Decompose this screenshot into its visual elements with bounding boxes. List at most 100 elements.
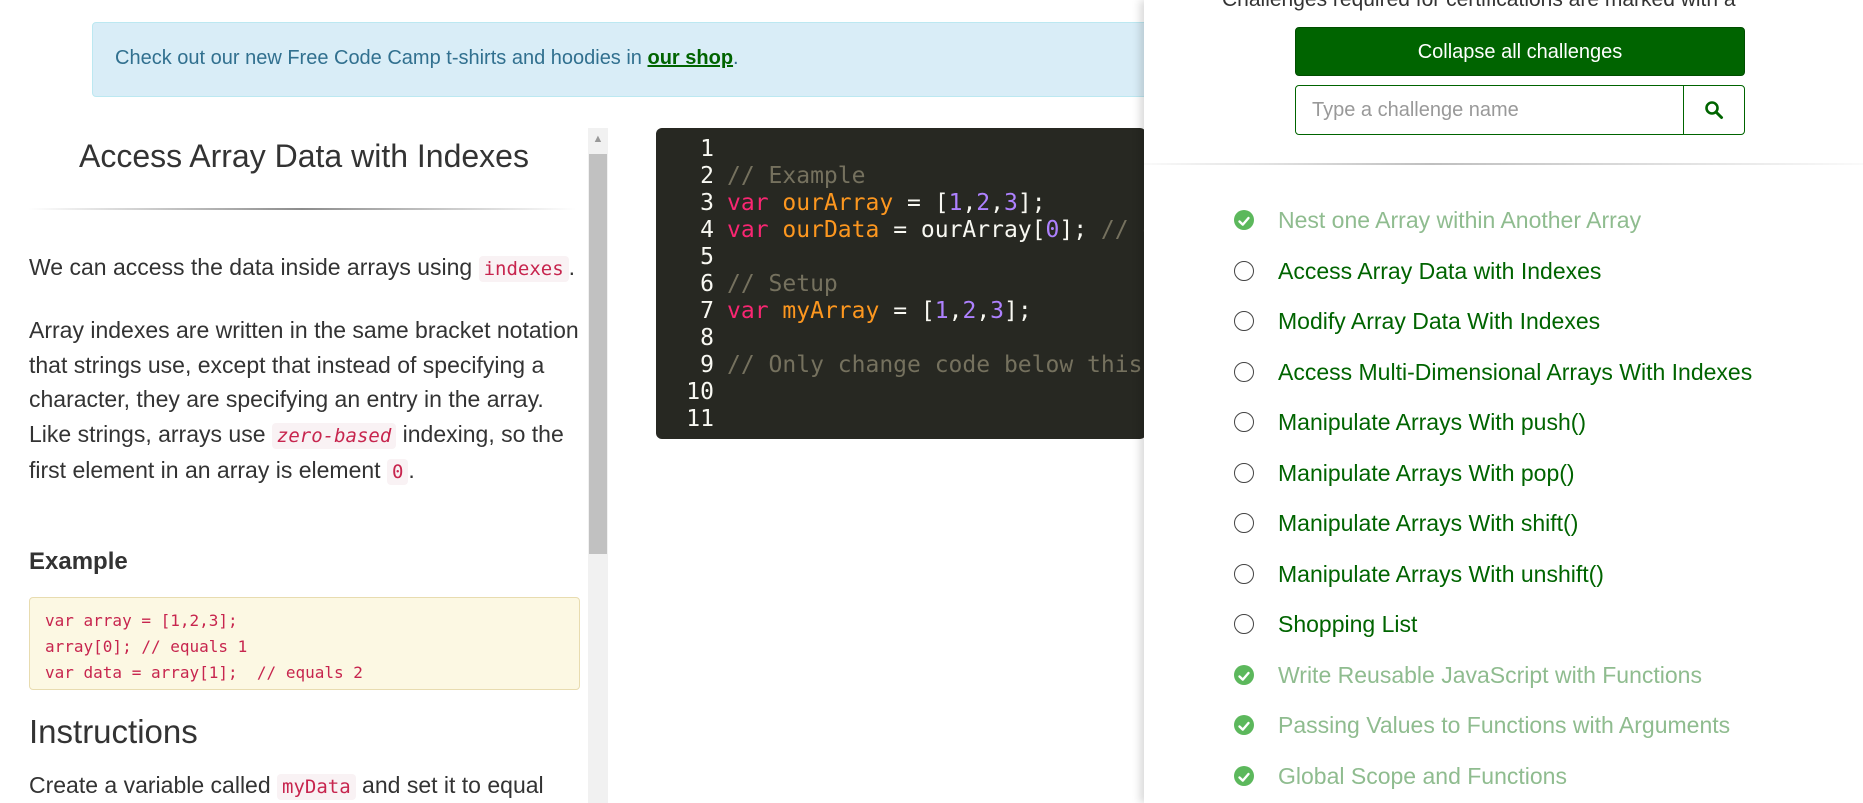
challenge-label[interactable]: Passing Values to Functions with Argumen…: [1278, 712, 1730, 738]
code-token: myArray: [782, 298, 880, 324]
radio-circle-icon: [1234, 462, 1254, 483]
code-token: var: [727, 217, 769, 243]
code-line: // Example: [727, 163, 1146, 190]
scroll-up-arrow-icon[interactable]: ▲: [588, 132, 608, 146]
challenge-search: [1295, 85, 1745, 135]
challenge-label[interactable]: Manipulate Arrays With shift(): [1278, 510, 1578, 536]
challenge-item[interactable]: Shopping List: [1234, 604, 1752, 655]
lesson-scrollbar[interactable]: ▲: [588, 128, 608, 803]
check-circle-icon: [1234, 210, 1254, 230]
code-indexes: indexes: [478, 256, 569, 282]
scroll-thumb[interactable]: [589, 154, 607, 554]
code-line: // Setup: [727, 271, 1146, 298]
radio-circle-icon: [1234, 361, 1254, 382]
line-number: 2: [700, 163, 714, 189]
challenge-search-input[interactable]: [1296, 86, 1684, 134]
challenge-item[interactable]: Manipulate Arrays With pop(): [1234, 453, 1752, 504]
line-number: 4: [700, 217, 714, 243]
check-circle-icon: [1234, 715, 1254, 735]
code-token: 0: [1045, 217, 1060, 243]
banner-text: Check out our new Free Code Camp t-shirt…: [115, 47, 648, 69]
line-number: 10: [686, 379, 714, 405]
challenge-label[interactable]: Manipulate Arrays With unshift(): [1278, 561, 1604, 587]
code-line: var myArray = [1,2,3];: [727, 298, 1146, 325]
challenge-item[interactable]: Manipulate Arrays With shift(): [1234, 503, 1752, 554]
challenge-label[interactable]: Nest one Array within Another Array: [1278, 207, 1641, 233]
instructions-paragraph: Create a variable called myData and set …: [29, 768, 588, 803]
p2-end: .: [408, 457, 415, 483]
panel-divider: [1144, 163, 1863, 165]
challenge-label[interactable]: Write Reusable JavaScript with Functions: [1278, 662, 1702, 688]
code-token: // e: [1100, 217, 1146, 243]
challenge-label[interactable]: Manipulate Arrays With push(): [1278, 409, 1586, 435]
code-token: 3: [990, 298, 1005, 324]
code-token: var: [727, 298, 769, 324]
code-token: ,: [990, 190, 1005, 216]
challenge-label[interactable]: Manipulate Arrays With pop(): [1278, 460, 1575, 486]
challenge-item[interactable]: Global Scope and Functions: [1234, 756, 1752, 803]
radio-circle-icon: [1234, 513, 1254, 533]
code-token: // Only change code below this: [727, 352, 1143, 378]
code-zero-based: zero-based: [271, 422, 397, 449]
example-code-block: var array = [1,2,3]; array[0]; // equals…: [29, 597, 580, 690]
line-number: 3: [700, 190, 714, 216]
line-number: 5: [700, 244, 714, 270]
code-token: var: [727, 190, 769, 216]
check-circle-icon: [1234, 765, 1254, 786]
lesson-paragraph-2: Array indexes are written in the same br…: [29, 313, 588, 490]
check-circle-icon: [1234, 664, 1254, 685]
lesson-panel: Access Array Data with Indexes We can ac…: [0, 128, 588, 803]
code-token: ];: [1004, 298, 1032, 324]
challenge-item[interactable]: Access Array Data with Indexes: [1234, 251, 1752, 302]
line-number-gutter: 1 2 3 4 5 6 7 8 9 10 11: [656, 136, 714, 433]
code-token: 1: [934, 298, 949, 324]
code-token: = [: [893, 190, 949, 216]
code-token: ourData: [782, 217, 880, 243]
challenge-label[interactable]: Access Multi-Dimensional Arrays With Ind…: [1278, 359, 1752, 385]
shop-banner: Check out our new Free Code Camp t-shirt…: [92, 22, 1152, 97]
challenge-item[interactable]: Access Multi-Dimensional Arrays With Ind…: [1234, 352, 1752, 403]
line-number: 11: [686, 406, 714, 432]
radio-circle-icon: [1234, 260, 1254, 281]
collapse-all-button[interactable]: Collapse all challenges: [1295, 27, 1745, 76]
challenge-label[interactable]: Shopping List: [1278, 611, 1417, 637]
challenge-item[interactable]: Passing Values to Functions with Argumen…: [1234, 705, 1752, 756]
title-divider: [28, 208, 576, 210]
line-number: 9: [700, 352, 714, 378]
radio-circle-icon: [1234, 311, 1254, 331]
code-token: ,: [948, 298, 963, 324]
radio-circle-icon: [1234, 563, 1254, 584]
shop-link[interactable]: our shop: [648, 47, 734, 69]
challenge-item[interactable]: Write Reusable JavaScript with Functions: [1234, 655, 1752, 706]
code-token: ourArray: [782, 190, 894, 216]
search-button[interactable]: [1684, 86, 1744, 134]
search-icon: [1705, 101, 1723, 119]
challenge-label[interactable]: Modify Array Data With Indexes: [1278, 308, 1600, 334]
lesson-title: Access Array Data with Indexes: [79, 138, 529, 174]
code-token: ];: [1017, 190, 1046, 216]
challenge-item[interactable]: Modify Array Data With Indexes: [1234, 301, 1752, 352]
code-token: 2: [962, 298, 977, 324]
line-number: 1: [700, 136, 714, 162]
code-token: ,: [976, 298, 991, 324]
code-token: = [: [879, 298, 935, 324]
code-editor[interactable]: 1 2 3 4 5 6 7 8 9 10 11 // Example var ourArray = […: [656, 128, 1146, 439]
code-token: // Setup: [727, 271, 838, 297]
challenge-list: Nest one Array within Another Array Acces…: [1234, 200, 1752, 803]
code-token: = ourArray[: [879, 217, 1046, 243]
code-token: 3: [1004, 190, 1018, 216]
challenge-label[interactable]: Access Array Data with Indexes: [1278, 258, 1601, 284]
code-zero: 0: [386, 459, 409, 485]
challenge-item[interactable]: Manipulate Arrays With unshift(): [1234, 554, 1752, 605]
line-number: 6: [700, 271, 714, 297]
challenge-item[interactable]: Manipulate Arrays With push(): [1234, 402, 1752, 453]
challenge-label[interactable]: Global Scope and Functions: [1278, 763, 1567, 789]
code-area[interactable]: // Example var ourArray = [1,2,3]; var our…: [727, 136, 1146, 433]
code-token: // Example: [727, 163, 866, 189]
challenge-item[interactable]: Nest one Array within Another Array: [1234, 200, 1752, 251]
